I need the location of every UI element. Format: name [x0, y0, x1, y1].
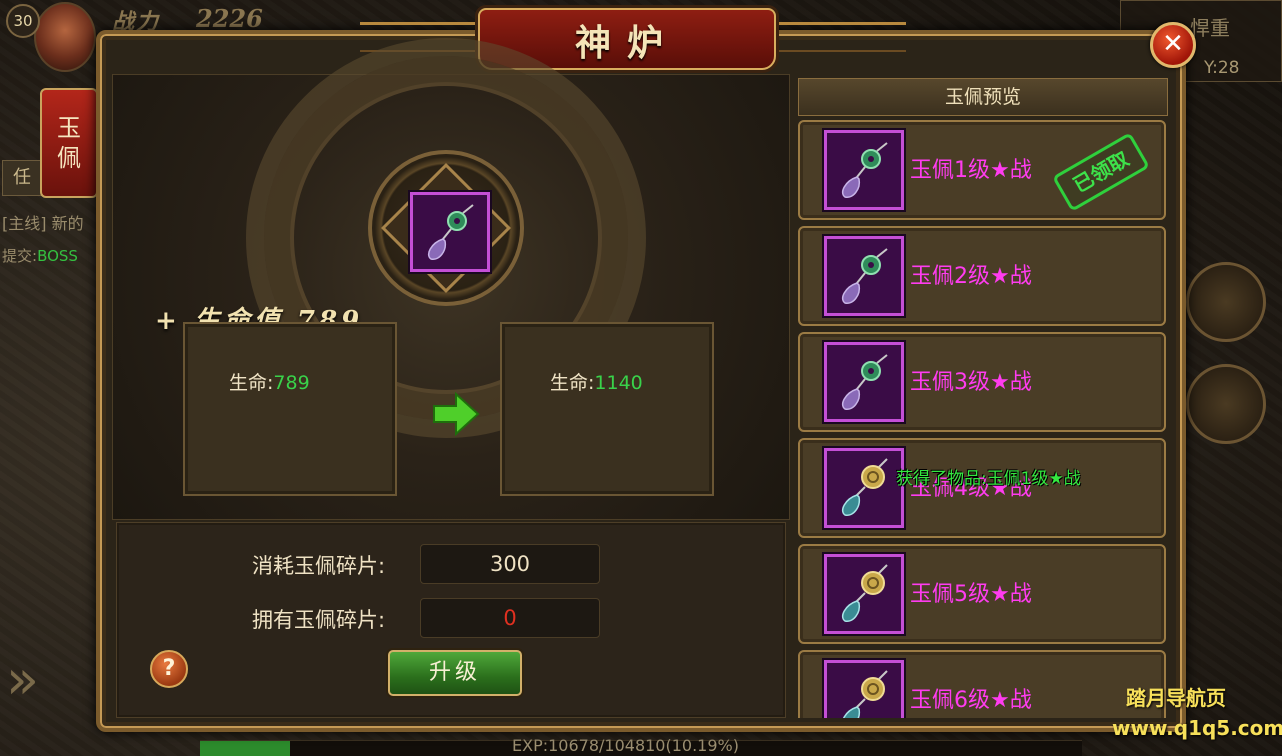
help-button[interactable]: ?: [150, 650, 188, 688]
next-stat-line: 生命:1140: [550, 368, 643, 395]
main-item-slot[interactable]: [410, 192, 490, 272]
quest-boss-text: BOSS: [37, 247, 78, 265]
preview-item-1[interactable]: 玉佩1级★战 已领取: [798, 120, 1166, 220]
current-stat-value: 789: [273, 372, 310, 394]
jade-pendant-icon: [427, 204, 474, 260]
preview-item-slot: [824, 554, 904, 634]
item-obtained-toast: 获得了物品:玉佩1级★战: [896, 469, 1081, 489]
quest-line-main[interactable]: [主线] 新的: [2, 210, 84, 234]
preview-item-slot: [824, 342, 904, 422]
jade-pendant-icon: [841, 142, 888, 198]
preview-header: 玉佩预览: [798, 78, 1168, 116]
preview-item-label: 玉佩3级★战: [910, 370, 1032, 395]
claimed-stamp: 已领取: [1052, 132, 1150, 212]
preview-item-slot: [824, 660, 904, 718]
preview-item-label: 玉佩1级★战: [910, 158, 1032, 183]
preview-item-slot: [824, 236, 904, 316]
preview-item-3[interactable]: 玉佩3级★战: [798, 332, 1166, 432]
next-stat-box: 生命:1140: [500, 322, 714, 496]
preview-item-label: 玉佩5级★战: [910, 582, 1032, 607]
skill-button-2[interactable]: [1186, 364, 1266, 444]
jade-pendant-icon: [841, 248, 888, 304]
close-button[interactable]: ✕: [1150, 22, 1196, 68]
quest-tab-button[interactable]: 任: [2, 160, 42, 196]
gold-pendant-icon: [841, 564, 888, 622]
jade-pendant-icon: [841, 354, 888, 410]
gold-pendant-icon: [843, 670, 888, 718]
side-tab-jade-pendant[interactable]: 玉 佩: [40, 88, 98, 198]
preview-item-label: 玉佩6级★战: [910, 688, 1032, 713]
title-ornament-right: [776, 22, 906, 52]
own-value: 0: [420, 598, 600, 638]
skill-button-1[interactable]: [1186, 262, 1266, 342]
watermark-title: 踏月导航页: [1126, 686, 1226, 710]
current-stat-label: 生命:: [229, 372, 274, 394]
expand-arrow-icon[interactable]: »: [6, 650, 54, 710]
close-x-icon: ✕: [1162, 29, 1184, 59]
preview-panel[interactable]: 玉佩预览 玉佩1级★战 已领取 玉佩2级★战 玉佩3级★战 玉佩4级★战 玉佩5…: [798, 78, 1168, 718]
player-avatar[interactable]: [34, 2, 96, 72]
preview-item-5[interactable]: 玉佩5级★战: [798, 544, 1166, 644]
current-stat-box: 生命:789: [183, 322, 397, 496]
help-question-icon: ?: [162, 656, 176, 681]
exp-bar-fill: [200, 741, 290, 756]
cost-value: 300: [420, 544, 600, 584]
next-stat-value: 1140: [594, 372, 643, 394]
gold-pendant-icon: [841, 458, 888, 516]
preview-item-label: 玉佩2级★战: [910, 264, 1032, 289]
own-label: 拥有玉佩碎片:: [252, 608, 386, 632]
upgrade-arrow-icon: [433, 391, 480, 437]
side-tab-label-1: 玉: [57, 114, 81, 142]
upgrade-button[interactable]: 升级: [388, 650, 522, 696]
cost-label: 消耗玉佩碎片:: [252, 554, 386, 578]
preview-item-slot: [824, 448, 904, 528]
player-level-badge: 30: [6, 4, 40, 38]
current-stat-line: 生命:789: [229, 368, 310, 395]
side-tab-label-2: 佩: [57, 144, 81, 172]
map-y-coordinate: Y:28: [1204, 58, 1240, 78]
quest-submit-prefix: 提交:: [2, 247, 38, 265]
watermark-url: www.q1q5.com: [1112, 716, 1282, 740]
quest-line-submit[interactable]: 提交:BOSS: [2, 245, 78, 266]
map-name: 悍重: [1190, 16, 1230, 40]
preview-item-2[interactable]: 玉佩2级★战: [798, 226, 1166, 326]
preview-item-slot: [824, 130, 904, 210]
preview-item-6[interactable]: 玉佩6级★战: [798, 650, 1166, 718]
next-stat-label: 生命:: [550, 372, 595, 394]
exp-text: EXP:10678/104810(10.19%): [512, 736, 739, 755]
power-value: 2226: [196, 4, 263, 33]
